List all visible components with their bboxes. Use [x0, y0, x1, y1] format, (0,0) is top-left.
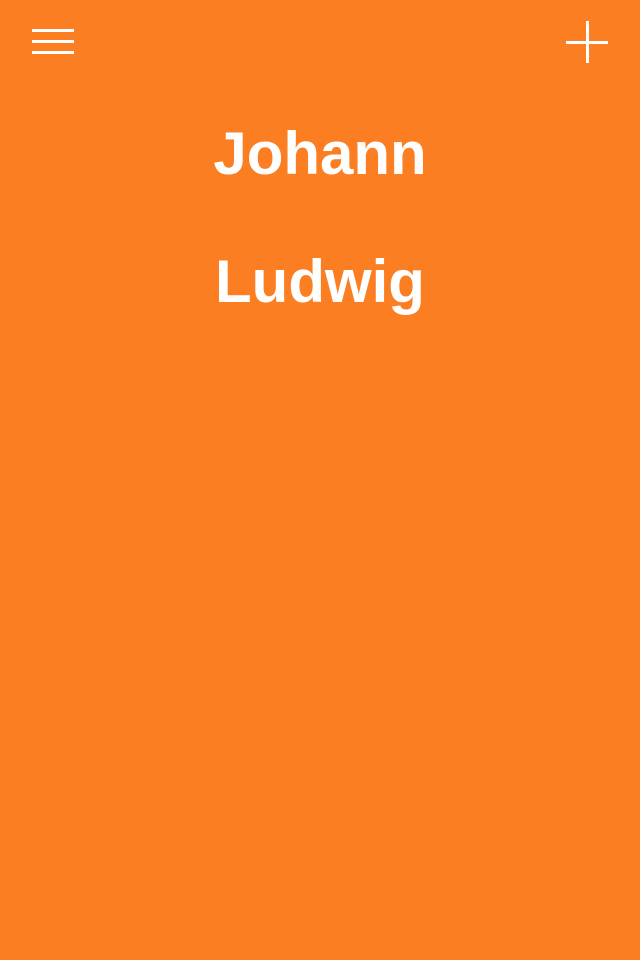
list-item[interactable]: Ludwig — [0, 240, 640, 368]
add-button[interactable] — [560, 16, 614, 70]
menu-button[interactable] — [24, 18, 84, 66]
top-bar — [0, 0, 640, 84]
list-item[interactable]: Johann — [0, 112, 640, 240]
name-label: Johann — [213, 120, 427, 187]
name-label: Ludwig — [215, 248, 425, 315]
name-list: Johann Ludwig — [0, 112, 640, 368]
